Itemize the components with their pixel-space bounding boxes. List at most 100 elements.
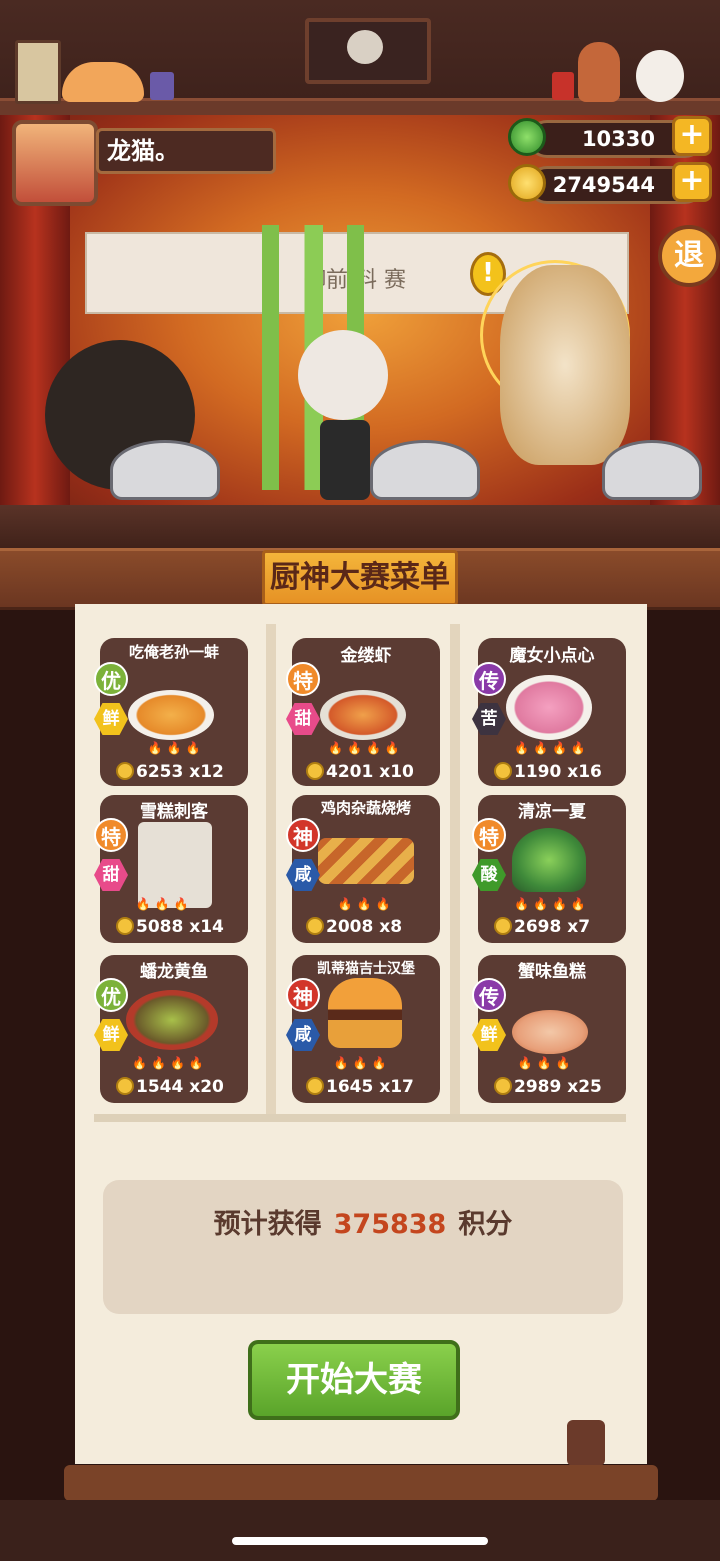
estimated-points-suffix: 积分 xyxy=(458,1209,513,1240)
dish-name: 凯蒂猫吉士汉堡 xyxy=(317,961,415,977)
dish-price: 2698 xyxy=(514,917,562,937)
dish-name: 清凉一夏 xyxy=(518,802,586,822)
cooking-pot-center xyxy=(370,440,480,500)
add-coins-button[interactable]: + xyxy=(672,162,712,202)
cooking-pot-left xyxy=(110,440,220,500)
flame-rating: 🔥🔥🔥🔥 xyxy=(132,1056,208,1070)
dish-count: x12 xyxy=(189,762,224,782)
grid-bottom-line xyxy=(94,1114,626,1122)
player-name: 龙猫。 xyxy=(96,128,276,174)
dish-image xyxy=(328,978,402,1048)
white-cat-decoration xyxy=(636,50,684,102)
dish-price: 1544 xyxy=(136,1077,184,1097)
coin-icon xyxy=(116,917,134,935)
dish-name: 鸡肉杂蔬烧烤 xyxy=(320,799,411,817)
dish-image xyxy=(512,1010,588,1054)
quality-badge: 传 xyxy=(472,978,506,1012)
quality-badge: 特 xyxy=(286,662,320,696)
dish-image xyxy=(318,838,414,884)
dish-price: 4201 xyxy=(326,762,374,782)
dish-price-row: 6253 x12 xyxy=(116,762,246,782)
coin-icon xyxy=(306,762,324,780)
column-separator xyxy=(266,624,276,1114)
utensil-pot-decoration xyxy=(567,1420,605,1466)
coin-icon xyxy=(306,1077,324,1095)
quality-badge: 优 xyxy=(94,978,128,1012)
estimated-points-box xyxy=(103,1180,623,1314)
dish-price-row: 1645 x17 xyxy=(306,1077,436,1097)
flame-rating: 🔥🔥🔥🔥 xyxy=(514,897,590,911)
hanging-cat-sign xyxy=(305,18,431,84)
dish-image xyxy=(126,990,218,1050)
stage-floor xyxy=(0,505,720,550)
dish-price: 6253 xyxy=(136,762,184,782)
dish-name: 金缕虾 xyxy=(340,646,392,666)
estimated-points-text: 预计获得 375838 积分 xyxy=(103,1205,623,1245)
add-jade-button[interactable]: + xyxy=(672,116,712,156)
quality-badge: 特 xyxy=(472,818,506,852)
cup-decoration xyxy=(150,72,174,100)
menu-bottom-frame xyxy=(64,1465,658,1501)
dish-image xyxy=(506,675,592,740)
coin-icon xyxy=(508,164,546,202)
dish-count: x16 xyxy=(567,762,602,782)
column-separator xyxy=(450,624,460,1114)
dish-name: 蟠龙黄鱼 xyxy=(140,962,208,982)
cooking-pot-right xyxy=(602,440,702,500)
cup-decoration xyxy=(552,72,574,100)
start-contest-button[interactable]: 开始大赛 xyxy=(248,1340,460,1420)
quality-badge: 优 xyxy=(94,662,128,696)
dish-count: x17 xyxy=(379,1077,414,1097)
cat-decoration xyxy=(62,62,144,102)
dish-count: x25 xyxy=(567,1077,602,1097)
note-board-decoration xyxy=(15,40,61,104)
dish-image xyxy=(138,822,212,908)
dish-count: x20 xyxy=(189,1077,224,1097)
dish-price-row: 1190 x16 xyxy=(494,762,624,782)
goddess-chef-character[interactable] xyxy=(500,265,630,465)
dish-price-row: 1544 x20 xyxy=(116,1077,246,1097)
dish-name: 雪糕刺客 xyxy=(140,802,208,822)
coin-icon xyxy=(116,1077,134,1095)
dish-count: x7 xyxy=(567,917,591,937)
dish-count: x14 xyxy=(189,917,224,937)
flame-rating: 🔥🔥🔥🔥 xyxy=(328,741,404,755)
dish-image xyxy=(320,690,406,740)
flame-rating: 🔥🔥🔥 xyxy=(333,1056,391,1070)
dish-count: x8 xyxy=(379,917,403,937)
jade-icon xyxy=(508,118,546,156)
flame-rating: 🔥🔥🔥 xyxy=(517,1056,575,1070)
home-indicator[interactable] xyxy=(232,1537,488,1545)
quality-badge: 特 xyxy=(94,818,128,852)
flame-rating: 🔥🔥🔥 xyxy=(337,897,395,911)
dish-name: 魔女小点心 xyxy=(509,646,595,666)
flame-rating: 🔥🔥🔥 xyxy=(135,897,193,911)
dish-price: 2008 xyxy=(326,917,374,937)
dish-price: 1645 xyxy=(326,1077,374,1097)
quality-badge: 神 xyxy=(286,818,320,852)
girl-figurine-decoration xyxy=(578,42,620,102)
dish-price-row: 5088 x14 xyxy=(116,917,246,937)
bottom-background xyxy=(0,1500,720,1561)
dish-price-row: 2008 x8 xyxy=(306,917,436,937)
dish-price: 1190 xyxy=(514,762,562,782)
dish-image xyxy=(128,690,214,740)
player-chef-body xyxy=(320,420,370,500)
cat-face-icon xyxy=(347,30,383,64)
estimated-points-value: 375838 xyxy=(333,1209,447,1240)
dish-name: 吃俺老孙一蚌 xyxy=(128,643,219,661)
coin-icon xyxy=(494,917,512,935)
dish-price: 5088 xyxy=(136,917,184,937)
quality-badge: 传 xyxy=(472,662,506,696)
flame-rating: 🔥🔥🔥🔥 xyxy=(514,741,590,755)
dish-name: 蟹味鱼糕 xyxy=(518,962,586,982)
coin-icon xyxy=(494,762,512,780)
player-avatar[interactable] xyxy=(12,120,98,206)
coin-icon xyxy=(494,1077,512,1095)
flame-rating: 🔥🔥🔥 xyxy=(147,741,205,755)
dish-image xyxy=(512,828,586,892)
dish-price-row: 2989 x25 xyxy=(494,1077,624,1097)
coin-icon xyxy=(306,917,324,935)
exit-button[interactable]: 退 xyxy=(658,225,720,287)
player-chef-character[interactable] xyxy=(298,330,388,420)
